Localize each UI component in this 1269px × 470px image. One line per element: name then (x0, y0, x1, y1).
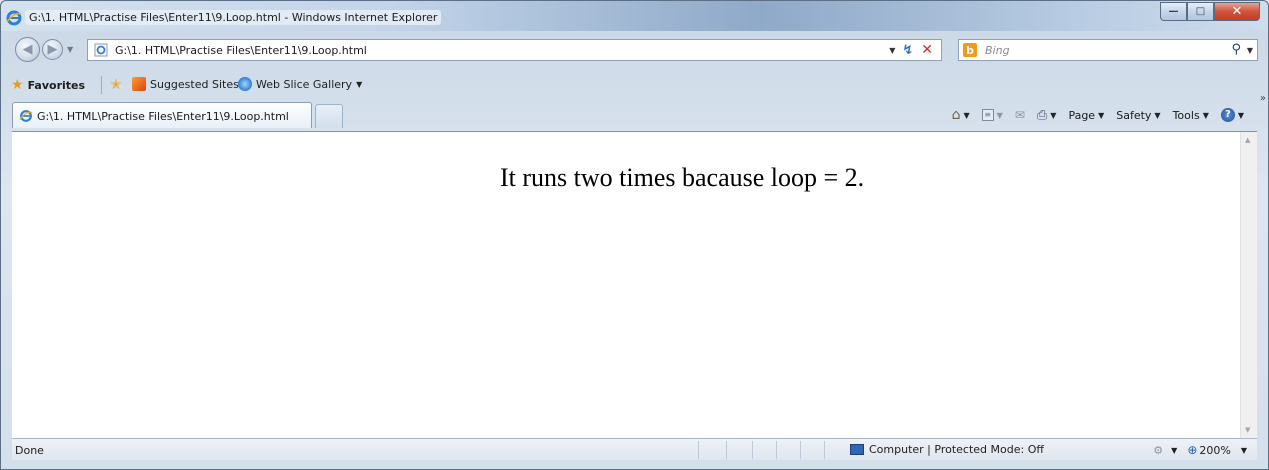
scroll-up-icon[interactable]: ▲ (1245, 136, 1250, 144)
chevron-down-icon[interactable]: ▼ (1171, 446, 1177, 455)
address-url[interactable]: G:\1. HTML\Practise Files\Enter11\9.Loop… (115, 44, 367, 57)
search-options-dropdown[interactable]: ▼ (1247, 46, 1253, 55)
page-menu-label: Page (1068, 108, 1096, 122)
zoom-icon: ⊕ (1187, 443, 1198, 457)
suggested-sites-link[interactable]: Suggested Sites ▼ (132, 77, 249, 91)
favorites-bar: ★ Favorites ✭ Suggested Sites ▼ Web Slic… (1, 71, 1268, 97)
chevron-down-icon: ▼ (1098, 110, 1105, 120)
forward-button[interactable]: ▶ (42, 39, 63, 60)
web-slice-gallery-link[interactable]: Web Slice Gallery ▼ (238, 77, 362, 91)
status-bar: Done Computer | Protected Mode: Off ⚙ ▼ … (12, 438, 1257, 460)
chevron-down-icon: ▼ (963, 110, 970, 120)
chevron-down-icon: ▼ (996, 110, 1003, 120)
privacy-icon[interactable]: ⚙ (1153, 444, 1163, 457)
window-controls: — □ ✕ (1160, 2, 1260, 21)
feeds-button[interactable]: ≡ ▼ (981, 109, 1003, 121)
chevron-down-icon: ▼ (1154, 110, 1161, 120)
scroll-down-icon[interactable]: ▼ (1245, 426, 1250, 434)
zoom-controls: ⚙ ▼ ⊕ 200% ▼ (1153, 443, 1247, 457)
zone-label: Computer | Protected Mode: Off (869, 443, 1044, 456)
vertical-scrollbar[interactable]: ▲ ▼ (1240, 132, 1257, 438)
bing-icon: b (963, 43, 977, 57)
more-commands-chevron[interactable]: » (1260, 93, 1266, 104)
tab-label: G:\1. HTML\Practise Files\Enter11\9.Loop… (37, 110, 289, 123)
chevron-down-icon: ▼ (1202, 110, 1209, 120)
page-menu[interactable]: Page ▼ (1068, 109, 1104, 122)
print-button[interactable]: ⎙ ▼ (1037, 108, 1057, 123)
mail-icon: ✉ (1014, 108, 1025, 122)
address-tools: ▼ ↯ ✕ (889, 42, 937, 58)
ie-icon (19, 110, 33, 122)
star-icon: ★ (11, 77, 24, 93)
search-input[interactable]: Bing (985, 44, 1010, 57)
status-divider (726, 441, 727, 459)
maximize-button[interactable]: □ (1187, 2, 1214, 21)
add-to-favorites-bar-button[interactable]: ✭ (110, 77, 126, 93)
tab-row: G:\1. HTML\Practise Files\Enter11\9.Loop… (1, 93, 1268, 131)
favorites-button[interactable]: ★ Favorites (11, 77, 85, 93)
web-slice-gallery-label: Web Slice Gallery (256, 77, 353, 91)
back-button[interactable]: ◀ (15, 37, 40, 62)
back-arrow-icon: ◀ (22, 42, 33, 57)
chevron-down-icon[interactable]: ▼ (1241, 446, 1247, 455)
ie-icon (6, 10, 22, 26)
suggested-sites-icon (132, 77, 146, 91)
address-row: ◀ ▶ ▼ G:\1. HTML\Practise Files\Enter11\… (1, 32, 1268, 68)
page-content: It runs two times bacause loop = 2. ▲ ▼ (12, 131, 1257, 438)
favorites-divider (101, 76, 102, 94)
status-divider (800, 441, 801, 459)
chevron-down-icon: ▼ (1237, 110, 1244, 120)
new-tab-button[interactable] (315, 104, 343, 128)
status-divider (824, 441, 825, 459)
security-zone[interactable]: Computer | Protected Mode: Off (850, 443, 1044, 456)
tab-active[interactable]: G:\1. HTML\Practise Files\Enter11\9.Loop… (12, 102, 312, 128)
safety-menu[interactable]: Safety ▼ (1116, 109, 1160, 122)
computer-icon (850, 444, 864, 455)
search-magnifier-icon[interactable]: ⚲ (1231, 42, 1241, 57)
window-title: G:\1. HTML\Practise Files\Enter11\9.Loop… (25, 10, 442, 25)
printer-icon: ⎙ (1036, 107, 1048, 123)
search-box[interactable]: b Bing ⚲ ▼ (958, 39, 1258, 61)
feeds-icon: ≡ (981, 109, 994, 121)
tools-menu-label: Tools (1172, 108, 1200, 122)
status-divider (698, 441, 699, 459)
minimize-button[interactable]: — (1160, 2, 1187, 21)
page-ie-icon (94, 43, 108, 57)
status-text: Done (15, 444, 44, 457)
suggested-sites-label: Suggested Sites (150, 77, 239, 91)
status-divider (752, 441, 753, 459)
command-bar: ⌂ ▼ ≡ ▼ ✉ ⎙ ▼ Page ▼ Safety ▼ Tools ▼ ? … (940, 107, 1256, 123)
address-dropdown[interactable]: ▼ (889, 46, 895, 55)
stop-icon[interactable]: ✕ (921, 42, 933, 58)
status-divider (776, 441, 777, 459)
browser-window: G:\1. HTML\Practise Files\Enter11\9.Loop… (0, 0, 1269, 470)
chevron-down-icon: ▼ (356, 79, 363, 89)
safety-menu-label: Safety (1116, 108, 1152, 122)
read-mail-button[interactable]: ✉ (1015, 108, 1025, 122)
forward-arrow-icon: ▶ (47, 42, 58, 57)
address-bar[interactable]: G:\1. HTML\Practise Files\Enter11\9.Loop… (87, 39, 942, 61)
title-bar: G:\1. HTML\Practise Files\Enter11\9.Loop… (1, 1, 1268, 31)
zoom-level[interactable]: 200% (1199, 444, 1230, 457)
help-icon: ? (1220, 108, 1235, 122)
tools-menu[interactable]: Tools ▼ (1173, 109, 1209, 122)
recent-pages-dropdown[interactable]: ▼ (67, 45, 73, 54)
home-icon: ⌂ (951, 107, 961, 123)
compatibility-view-icon[interactable]: ↯ (902, 43, 913, 58)
close-button[interactable]: ✕ (1214, 2, 1260, 21)
help-menu[interactable]: ? ▼ (1220, 108, 1244, 122)
home-button[interactable]: ⌂ ▼ (952, 107, 970, 123)
favorites-label: Favorites (27, 78, 86, 92)
add-favorite-star-icon: ✭ (110, 77, 122, 93)
page-text: It runs two times bacause loop = 2. (500, 163, 865, 192)
chevron-down-icon: ▼ (1050, 110, 1057, 120)
web-slice-icon (238, 77, 252, 91)
